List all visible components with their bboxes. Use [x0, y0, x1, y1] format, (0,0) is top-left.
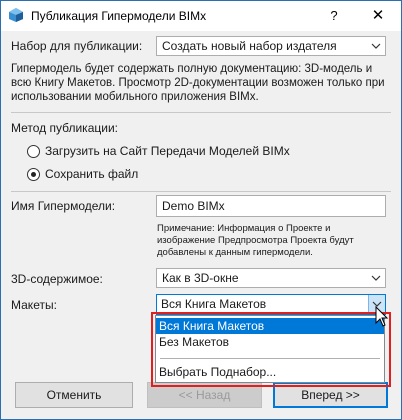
content-3d-select[interactable]: Как в 3D-окне	[156, 268, 386, 288]
bimx-app-icon	[9, 8, 23, 22]
separator	[11, 191, 391, 192]
list-divider	[160, 358, 380, 359]
title-bar[interactable]: Публикация Гипермодели BIMx ? ✕	[1, 1, 401, 31]
publish-set-description: Гипермодель будет содержать полную докум…	[11, 63, 385, 103]
hypermodel-name-label: Имя Гипермодели:	[11, 199, 116, 213]
layouts-label: Макеты:	[11, 298, 57, 312]
mouse-cursor-icon	[375, 306, 389, 327]
content-3d-label: 3D-содержимое:	[11, 272, 103, 286]
help-button[interactable]: ?	[323, 5, 345, 27]
publish-method-label: Метод публикации:	[11, 121, 118, 135]
radio-selected-dot	[31, 172, 36, 177]
close-button[interactable]: ✕	[367, 5, 389, 27]
layouts-value: Вся Книга Макетов	[161, 297, 267, 311]
publish-set-select[interactable]: Создать новый набор издателя	[156, 36, 386, 56]
cancel-button[interactable]: Отменить	[15, 382, 133, 408]
save-file-radio[interactable]	[27, 168, 40, 181]
option-select-subset[interactable]: Выбрать Поднабор...	[156, 364, 384, 380]
option-no-layouts[interactable]: Без Макетов	[156, 334, 384, 350]
option-all-layouts[interactable]: Вся Книга Макетов	[156, 318, 384, 334]
upload-radio[interactable]	[27, 145, 40, 158]
publish-bimx-dialog: Публикация Гипермодели BIMx ? ✕ Набор дл…	[0, 0, 402, 420]
content-3d-value: Как в 3D-окне	[162, 271, 239, 285]
publish-set-value: Создать новый набор издателя	[162, 39, 337, 53]
publish-set-label: Набор для публикации:	[11, 39, 143, 53]
chevron-down-icon	[371, 275, 381, 281]
chevron-down-icon	[371, 43, 381, 49]
hypermodel-name-field[interactable]	[156, 195, 386, 217]
save-file-radio-label[interactable]: Сохранить файл	[45, 167, 138, 181]
upload-radio-label[interactable]: Загрузить на Сайт Передачи Моделей BIMx	[45, 144, 290, 158]
separator	[11, 112, 391, 113]
window-title: Публикация Гипермодели BIMx	[31, 9, 207, 23]
layouts-dropdown-list: Вся Книга Макетов Без Макетов Выбрать По…	[155, 315, 385, 383]
hypermodel-note: Примечание: Информация о Проекте и изобр…	[157, 223, 354, 258]
hypermodel-name-input[interactable]	[157, 196, 385, 216]
